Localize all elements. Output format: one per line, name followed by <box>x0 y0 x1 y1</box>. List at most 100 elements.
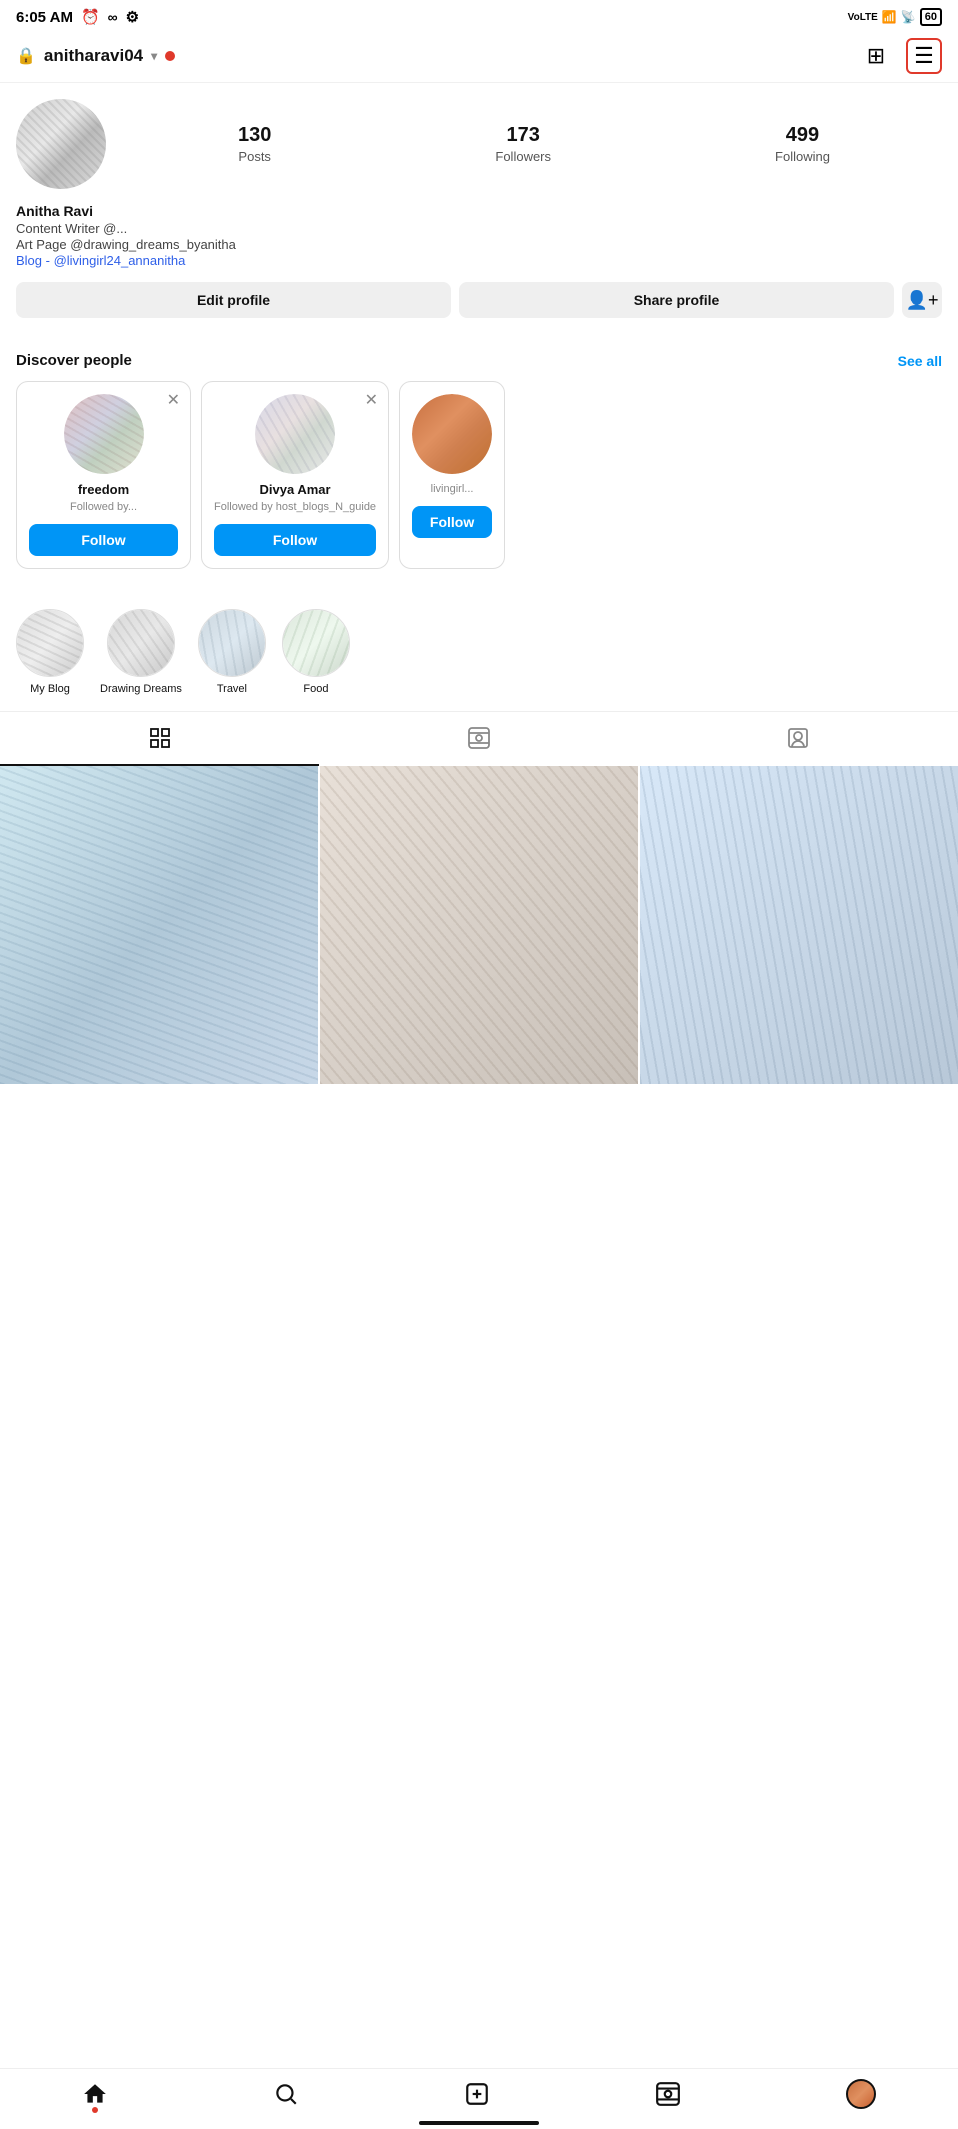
bio-line-3[interactable]: Blog - @livingirl24_annanitha <box>16 253 942 268</box>
profile-info-row: 130 Posts 173 Followers 499 Following <box>16 99 942 189</box>
clock-icon: ⏰ <box>81 8 100 26</box>
card-2-name: Divya Amar <box>260 482 331 497</box>
tab-tagged[interactable] <box>639 712 958 766</box>
add-friend-button[interactable]: 👤+ <box>902 282 942 318</box>
following-stat[interactable]: 499 Following <box>775 124 830 164</box>
card-2-desc: Followed by host_blogs_N_guide <box>214 500 376 514</box>
nav-profile[interactable] <box>846 2079 876 2109</box>
highlight-circle-2 <box>107 609 175 677</box>
reels-icon <box>467 726 491 750</box>
header-left: 🔒 anitharavi04 ▾ <box>16 46 175 66</box>
bio-line-1: Content Writer @... <box>16 221 942 236</box>
following-label: Following <box>775 149 830 164</box>
share-profile-button[interactable]: Share profile <box>459 282 894 318</box>
volte-icon: VoLTE <box>848 12 878 23</box>
highlight-circle-1 <box>16 609 84 677</box>
app-header: 🔒 anitharavi04 ▾ ⊞ ☰ <box>0 30 958 83</box>
card-2-avatar <box>255 394 335 474</box>
card-1-name: freedom <box>78 482 129 497</box>
highlight-circle-4 <box>282 609 350 677</box>
highlight-item-3[interactable]: Travel <box>198 609 266 695</box>
suggestion-card-1: ✕ freedom Followed by... Follow <box>16 381 191 569</box>
profile-nav-avatar <box>846 2079 876 2109</box>
highlight-item-2[interactable]: Drawing Dreams <box>100 609 182 695</box>
status-left: 6:05 AM ⏰ ∞ ⚙ <box>16 8 139 26</box>
avatar[interactable] <box>16 99 106 189</box>
reels-nav-icon <box>655 2081 681 2107</box>
highlight-label-1: My Blog <box>30 683 70 695</box>
profile-section: 130 Posts 173 Followers 499 Following An… <box>0 83 958 352</box>
status-right: VoLTE 📶 📡 60 <box>848 8 942 26</box>
settings-icon: ⚙ <box>126 8 139 26</box>
posts-label: Posts <box>238 149 271 164</box>
post-thumb-1[interactable] <box>0 766 318 1084</box>
search-icon <box>273 2081 299 2107</box>
highlights-section: My Blog Drawing Dreams Travel Food <box>0 593 958 703</box>
nav-reels[interactable] <box>655 2081 681 2107</box>
highlight-item-4[interactable]: Food <box>282 609 350 695</box>
highlight-circle-3 <box>198 609 266 677</box>
add-friend-icon: 👤+ <box>906 290 939 311</box>
home-indicator <box>419 2121 539 2125</box>
card-3-desc: livingirl... <box>431 482 474 496</box>
suggestion-cards-wrapper: ✕ freedom Followed by... Follow ✕ Divya … <box>16 381 942 577</box>
menu-button[interactable]: ☰ <box>906 38 942 74</box>
nav-home[interactable] <box>82 2081 108 2107</box>
followers-label: Followers <box>495 149 551 164</box>
following-count: 499 <box>786 124 819 147</box>
see-all-link[interactable]: See all <box>898 353 942 369</box>
wifi-icon: 📡 <box>901 10 916 24</box>
card-1-desc: Followed by... <box>70 500 137 514</box>
followers-count: 173 <box>507 124 540 147</box>
status-bar: 6:05 AM ⏰ ∞ ⚙ VoLTE 📶 📡 60 <box>0 0 958 30</box>
username-label: anitharavi04 <box>44 46 143 66</box>
add-content-button[interactable]: ⊞ <box>858 38 894 74</box>
tab-grid[interactable] <box>0 712 319 766</box>
followers-stat[interactable]: 173 Followers <box>495 124 551 164</box>
battery-level: 60 <box>920 8 942 26</box>
home-icon <box>82 2081 108 2107</box>
follow-card-3-button[interactable]: Follow <box>412 506 492 538</box>
post-thumb-3[interactable] <box>640 766 958 1084</box>
highlight-label-3: Travel <box>217 683 247 695</box>
header-right: ⊞ ☰ <box>858 38 942 74</box>
suggestion-cards: ✕ freedom Followed by... Follow ✕ Divya … <box>16 381 942 569</box>
close-card-1-button[interactable]: ✕ <box>167 390 180 410</box>
bio-line-2: Art Page @drawing_dreams_byanitha <box>16 237 942 252</box>
card-1-avatar <box>64 394 144 474</box>
discover-title: Discover people <box>16 352 132 369</box>
signal-bars: 📶 <box>882 10 897 24</box>
suggestion-card-3: livingirl... Follow <box>399 381 505 569</box>
follow-card-1-button[interactable]: Follow <box>29 524 178 556</box>
discover-header: Discover people See all <box>16 352 942 369</box>
profile-name: Anitha Ravi <box>16 203 942 219</box>
highlight-label-4: Food <box>303 683 328 695</box>
posts-stat[interactable]: 130 Posts <box>238 124 271 164</box>
menu-icon: ☰ <box>914 43 934 69</box>
action-buttons: Edit profile Share profile 👤+ <box>16 282 942 318</box>
nav-search[interactable] <box>273 2081 299 2107</box>
bio-section: Anitha Ravi Content Writer @... Art Page… <box>16 203 942 268</box>
post-thumb-2[interactable] <box>320 766 638 1084</box>
dropdown-arrow[interactable]: ▾ <box>151 49 157 63</box>
grid-icon <box>148 726 172 750</box>
highlight-item-1[interactable]: My Blog <box>16 609 84 695</box>
infinity-icon: ∞ <box>108 9 118 25</box>
stats-row: 130 Posts 173 Followers 499 Following <box>126 124 942 164</box>
add-icon: ⊞ <box>867 43 885 69</box>
lock-icon: 🔒 <box>16 46 36 66</box>
add-icon <box>464 2081 490 2107</box>
time-display: 6:05 AM <box>16 9 73 26</box>
tab-reels[interactable] <box>319 712 638 766</box>
suggestion-card-2: ✕ Divya Amar Followed by host_blogs_N_gu… <box>201 381 389 569</box>
home-notification-dot <box>92 2107 98 2113</box>
tagged-icon <box>786 726 810 750</box>
follow-card-2-button[interactable]: Follow <box>214 524 376 556</box>
posts-count: 130 <box>238 124 271 147</box>
edit-profile-button[interactable]: Edit profile <box>16 282 451 318</box>
content-tabs <box>0 711 958 766</box>
bottom-navigation <box>0 2068 958 2129</box>
nav-add[interactable] <box>464 2081 490 2107</box>
close-card-2-button[interactable]: ✕ <box>365 390 378 410</box>
posts-grid <box>0 766 958 1084</box>
